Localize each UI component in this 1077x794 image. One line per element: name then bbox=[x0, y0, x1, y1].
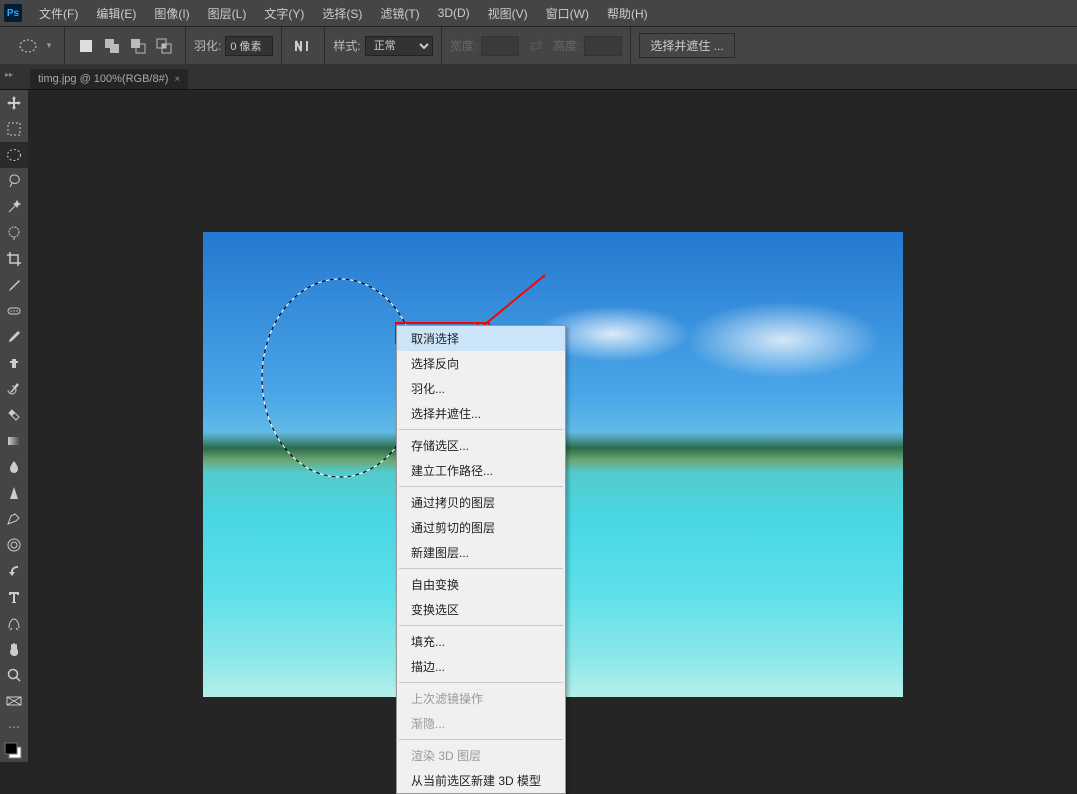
menu-edit[interactable]: 编辑(E) bbox=[87, 5, 145, 22]
expand-panel-icon[interactable]: ▸▸ bbox=[5, 70, 13, 79]
tool-eraser[interactable] bbox=[0, 402, 28, 428]
ctx-feather[interactable]: 羽化... bbox=[397, 376, 565, 401]
ctx-layer-via-cut[interactable]: 通过剪切的图层 bbox=[397, 515, 565, 540]
tool-blur[interactable] bbox=[0, 454, 28, 480]
menu-filter[interactable]: 滤镜(T) bbox=[371, 5, 428, 22]
tool-path-select[interactable] bbox=[0, 558, 28, 584]
selection-subtract-icon[interactable] bbox=[127, 35, 149, 57]
selection-add-icon[interactable] bbox=[101, 35, 123, 57]
tool-healing[interactable] bbox=[0, 298, 28, 324]
tool-history-brush[interactable] bbox=[0, 376, 28, 402]
tool-palette: ⋯ bbox=[0, 90, 28, 762]
document-tab-bar: ▸▸ timg.jpg @ 100%(RGB/8#) × bbox=[0, 64, 1077, 90]
ctx-render-3d-layer: 渲染 3D 图层 bbox=[397, 743, 565, 768]
tool-sharpen[interactable] bbox=[0, 480, 28, 506]
antialias-icon[interactable] bbox=[292, 35, 314, 57]
tool-hand[interactable] bbox=[0, 636, 28, 662]
swap-wh-icon: ⇄ bbox=[525, 35, 547, 57]
ctx-sep bbox=[399, 568, 563, 569]
tool-type[interactable] bbox=[0, 584, 28, 610]
tool-rect-shape[interactable] bbox=[0, 688, 28, 714]
ctx-sep bbox=[399, 682, 563, 683]
width-label: 宽度: bbox=[450, 37, 477, 54]
tool-shape[interactable] bbox=[0, 610, 28, 636]
tool-edit-toolbar[interactable]: ⋯ bbox=[0, 714, 28, 740]
tool-move[interactable] bbox=[0, 90, 28, 116]
menu-type[interactable]: 文字(Y) bbox=[255, 5, 313, 22]
ctx-new-layer[interactable]: 新建图层... bbox=[397, 540, 565, 565]
select-and-mask-button[interactable]: 选择并遮住 ... bbox=[639, 33, 734, 58]
close-tab-icon[interactable]: × bbox=[174, 74, 180, 85]
tool-magic-wand[interactable] bbox=[0, 194, 28, 220]
menu-view[interactable]: 视图(V) bbox=[479, 5, 537, 22]
tool-eyedropper[interactable] bbox=[0, 272, 28, 298]
tool-clone[interactable] bbox=[0, 350, 28, 376]
ctx-select-inverse[interactable]: 选择反向 bbox=[397, 351, 565, 376]
options-bar: ▾ 羽化: 样式: 正常 宽度: ⇄ 高度: 选择并遮住 ... bbox=[0, 26, 1077, 64]
ctx-last-filter: 上次滤镜操作 bbox=[397, 686, 565, 711]
selection-marquee bbox=[261, 278, 419, 478]
selection-new-icon[interactable] bbox=[75, 35, 97, 57]
document-tab-title: timg.jpg @ 100%(RGB/8#) bbox=[38, 73, 168, 85]
ctx-transform-selection[interactable]: 变换选区 bbox=[397, 597, 565, 622]
tool-gradient[interactable] bbox=[0, 428, 28, 454]
ctx-select-and-mask[interactable]: 选择并遮住... bbox=[397, 401, 565, 426]
chevron-down-icon[interactable]: ▾ bbox=[44, 35, 54, 57]
document-tab[interactable]: timg.jpg @ 100%(RGB/8#) × bbox=[30, 69, 188, 89]
tool-ellipse-marquee[interactable] bbox=[0, 142, 28, 168]
menu-3d[interactable]: 3D(D) bbox=[429, 6, 479, 20]
menu-image[interactable]: 图像(I) bbox=[145, 5, 198, 22]
tool-lasso[interactable] bbox=[0, 168, 28, 194]
ctx-sep bbox=[399, 486, 563, 487]
ctx-sep bbox=[399, 739, 563, 740]
context-menu: 取消选择 选择反向 羽化... 选择并遮住... 存储选区... 建立工作路径.… bbox=[396, 325, 566, 794]
width-input bbox=[481, 36, 519, 56]
ctx-fade: 渐隐... bbox=[397, 711, 565, 736]
ctx-free-transform[interactable]: 自由变换 bbox=[397, 572, 565, 597]
foreground-background-swatch[interactable] bbox=[0, 740, 28, 762]
menu-window[interactable]: 窗口(W) bbox=[537, 5, 598, 22]
tool-quick-select[interactable] bbox=[0, 220, 28, 246]
tool-dodge[interactable] bbox=[0, 506, 28, 532]
feather-input[interactable] bbox=[225, 36, 273, 56]
menu-help[interactable]: 帮助(H) bbox=[598, 5, 657, 22]
tool-pen[interactable] bbox=[0, 532, 28, 558]
ctx-save-selection[interactable]: 存储选区... bbox=[397, 433, 565, 458]
feather-label: 羽化: bbox=[194, 37, 221, 54]
ctx-sep bbox=[399, 625, 563, 626]
app-logo: Ps bbox=[4, 4, 22, 22]
tool-brush[interactable] bbox=[0, 324, 28, 350]
menu-layer[interactable]: 图层(L) bbox=[199, 5, 256, 22]
tool-zoom[interactable] bbox=[0, 662, 28, 688]
selection-intersect-icon[interactable] bbox=[153, 35, 175, 57]
ctx-deselect[interactable]: 取消选择 bbox=[397, 326, 565, 351]
ctx-stroke[interactable]: 描边... bbox=[397, 654, 565, 679]
ctx-fill[interactable]: 填充... bbox=[397, 629, 565, 654]
tool-crop[interactable] bbox=[0, 246, 28, 272]
height-input bbox=[584, 36, 622, 56]
style-select[interactable]: 正常 bbox=[365, 36, 433, 56]
style-label: 样式: bbox=[333, 37, 360, 54]
tool-rect-marquee[interactable] bbox=[0, 116, 28, 142]
ctx-layer-via-copy[interactable]: 通过拷贝的图层 bbox=[397, 490, 565, 515]
ctx-make-work-path[interactable]: 建立工作路径... bbox=[397, 458, 565, 483]
menu-select[interactable]: 选择(S) bbox=[313, 5, 371, 22]
height-label: 高度: bbox=[553, 37, 580, 54]
tool-preset-ellipse-icon[interactable] bbox=[18, 35, 40, 57]
menu-file[interactable]: 文件(F) bbox=[30, 5, 87, 22]
clouds-graphic bbox=[543, 292, 903, 382]
menu-bar: Ps 文件(F) 编辑(E) 图像(I) 图层(L) 文字(Y) 选择(S) 滤… bbox=[0, 0, 1077, 26]
ctx-new-3d-from-selection[interactable]: 从当前选区新建 3D 模型 bbox=[397, 768, 565, 793]
ctx-sep bbox=[399, 429, 563, 430]
